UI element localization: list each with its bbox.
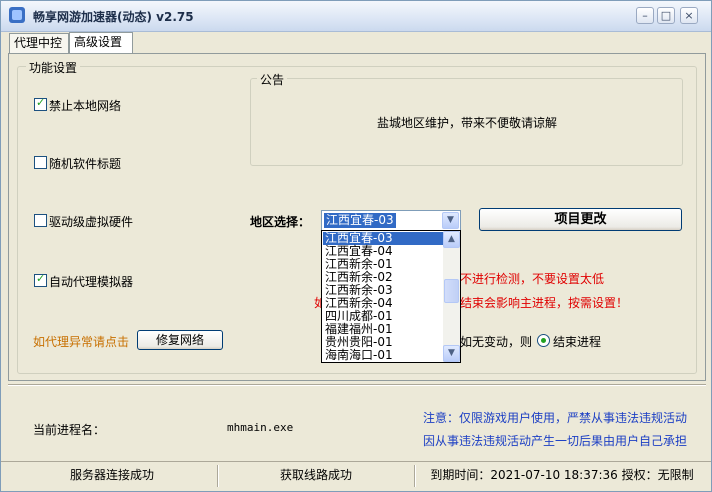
app-icon [9, 7, 25, 23]
warning-line-2: 结束会影响主进程，按需设置！ [460, 296, 629, 310]
status-divider [217, 465, 219, 487]
random-title-checkbox[interactable] [34, 156, 47, 169]
notice-legend: 公告 [257, 71, 288, 88]
process-action-text: 如无变动，则 [460, 335, 533, 349]
maximize-button[interactable]: □ [657, 7, 675, 24]
disable-local-network-label: 禁止本地网络 [49, 99, 122, 113]
region-select[interactable]: 江西宜春-03 ▼ [321, 210, 461, 231]
scroll-down-icon[interactable]: ▼ [443, 345, 460, 362]
end-process-radio[interactable] [537, 334, 550, 347]
auto-proxy-emulator-checkbox[interactable]: ✓ [34, 272, 47, 287]
virtual-hardware-label: 驱动级虚拟硬件 [49, 215, 134, 229]
route-status: 获取线路成功 [279, 468, 352, 482]
dropdown-scrollbar[interactable]: ▲ ▼ [443, 231, 460, 362]
minimize-icon: – [642, 9, 648, 22]
repair-network-button[interactable]: 修复网络 [137, 330, 223, 350]
tab-proxy-control[interactable]: 代理中控 [9, 33, 69, 53]
scroll-thumb[interactable] [444, 279, 459, 303]
window-title: 畅享网游加速器(动态) v2.75 [33, 10, 194, 24]
process-name: mhmain.exe [227, 421, 294, 434]
tab-advanced-settings[interactable]: 高级设置 [69, 32, 133, 54]
virtual-hardware-checkbox[interactable] [34, 214, 47, 227]
check-mark-icon: ✓ [36, 96, 46, 109]
scroll-up-icon[interactable]: ▲ [443, 231, 460, 248]
process-label: 当前进程名： [33, 423, 106, 437]
server-status: 服务器连接成功 [69, 468, 154, 482]
minimize-button[interactable]: – [636, 7, 654, 24]
title-bar[interactable]: 畅享网游加速器(动态) v2.75 – □ × [1, 1, 711, 32]
end-process-label: 结束进程 [553, 335, 602, 349]
random-title-label: 随机软件标题 [49, 157, 122, 171]
status-divider [414, 465, 416, 487]
dropdown-item[interactable]: 海南海口-01 [323, 349, 443, 362]
notice-text: 盐城地区维护，带来不便敬请谅解 [377, 116, 558, 130]
app-window: 畅享网游加速器(动态) v2.75 – □ × 代理中控 高级设置 功能设置 公… [0, 0, 712, 492]
update-project-button[interactable]: 项目更改 [479, 208, 682, 231]
maximize-icon: □ [660, 9, 672, 22]
close-button[interactable]: × [680, 7, 698, 24]
status-bar: 服务器连接成功 获取线路成功 到期时间：2021-07-10 18:37:36 … [1, 461, 711, 492]
settings-group-legend: 功能设置 [26, 59, 81, 76]
repair-hint: 如代理异常请点击 [33, 335, 130, 349]
close-icon: × [684, 9, 694, 22]
region-dropdown-list[interactable]: 江西宜春-03 江西宜春-04 江西新余-01 江西新余-02 江西新余-03 … [321, 230, 461, 363]
disable-local-network-checkbox[interactable]: ✓ [34, 96, 47, 111]
bottom-separator [8, 384, 706, 386]
check-mark-icon: ✓ [36, 272, 46, 285]
disclaimer-line-1: 注意：仅限游戏用户使用，严禁从事违法违规活动 [423, 411, 688, 425]
region-label: 地区选择： [250, 215, 311, 229]
region-selected-value: 江西宜春-03 [324, 213, 396, 228]
expiry-status: 到期时间：2021-07-10 18:37:36 授权：无限制 [430, 468, 694, 482]
notice-group: 公告 盐城地区维护，带来不便敬请谅解 [250, 71, 683, 166]
chevron-down-icon[interactable]: ▼ [442, 212, 459, 229]
auto-proxy-emulator-label: 自动代理模拟器 [49, 275, 134, 289]
warning-line-1: 不进行检测，不要设置太低 [460, 272, 605, 286]
disclaimer-line-2: 因从事违法违规活动产生一切后果由用户自己承担 [423, 434, 688, 448]
